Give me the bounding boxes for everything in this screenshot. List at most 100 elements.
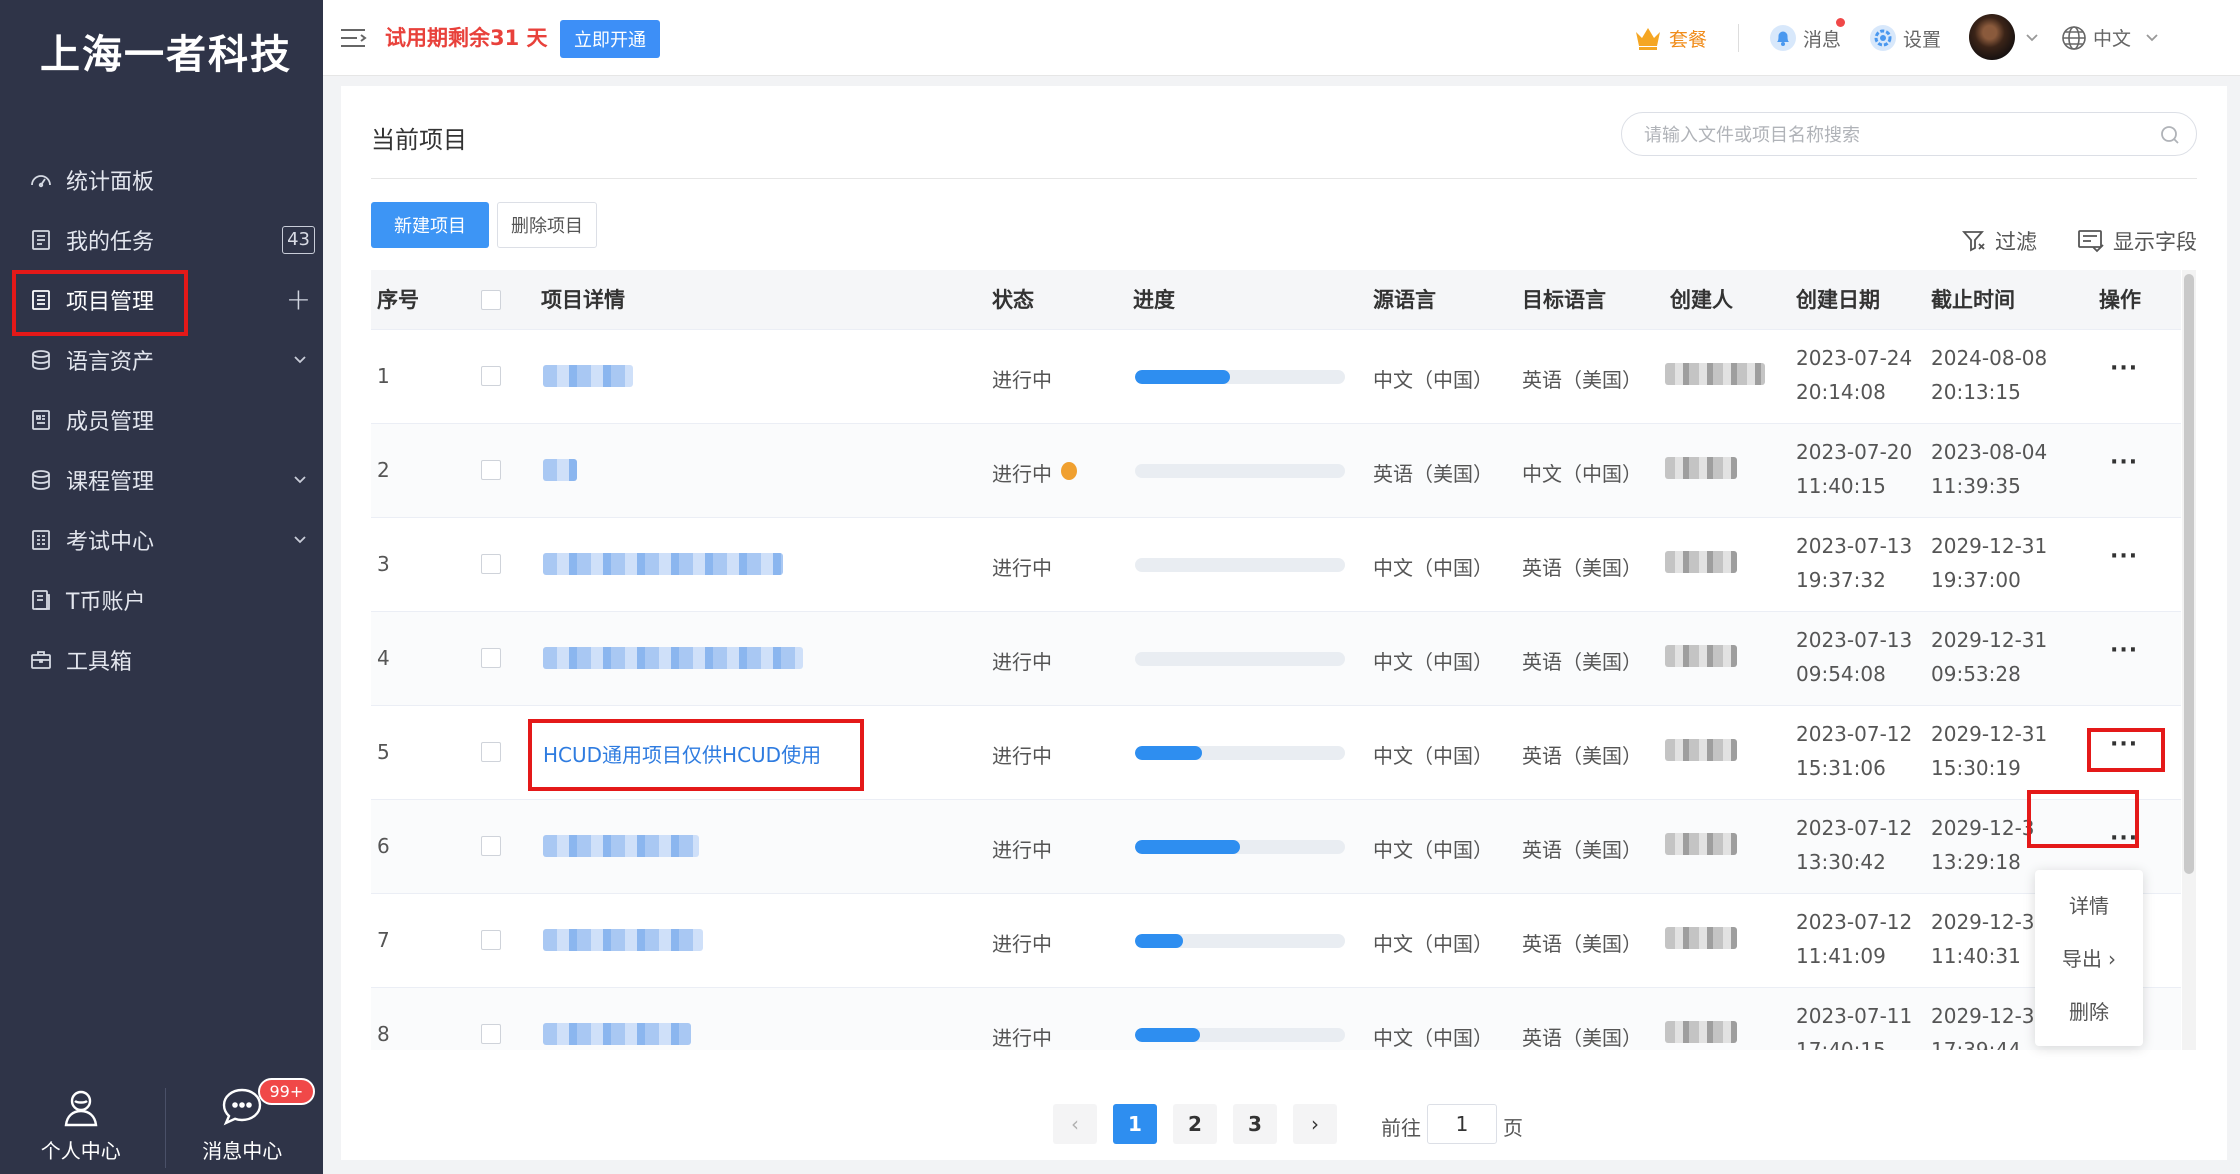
due-date: 2029-12-3 — [1931, 816, 2035, 840]
settings-button[interactable]: 设置 — [1869, 24, 1941, 52]
created-date: 2023-07-13 — [1796, 628, 1913, 652]
page-button[interactable]: 1 — [1113, 1104, 1157, 1144]
column-header: 目标语言 — [1522, 288, 1606, 312]
personal-center-button[interactable]: 个人中心 — [0, 1074, 162, 1174]
progress-bar — [1135, 652, 1345, 666]
table-row[interactable]: 3 进行中 中文（中国） 英语（美国） 2023-07-13 19:37:32 2029-1… — [371, 518, 2181, 612]
delete-project-button[interactable]: 删除项目 — [497, 202, 597, 248]
database-icon — [28, 467, 54, 493]
search-input[interactable]: 请输入文件或项目名称搜索 — [1621, 112, 2197, 156]
filter-button[interactable]: 过滤 — [1961, 226, 2037, 256]
dashboard-icon — [28, 167, 54, 193]
messages-button[interactable]: 消息 — [1769, 24, 1841, 52]
task-count-badge: 43 — [282, 226, 315, 254]
divider — [1738, 24, 1739, 52]
goto-page-input[interactable]: 1 — [1427, 1104, 1497, 1144]
creator-name — [1665, 363, 1765, 385]
activate-now-button[interactable]: 立即开通 — [560, 20, 660, 58]
crown-icon — [1636, 28, 1660, 50]
status-text: 进行中 — [992, 838, 1052, 862]
sidebar-item-exam-center[interactable]: 考试中心 — [0, 510, 323, 570]
due-date: 2029-12-3 — [1931, 910, 2035, 934]
table-row[interactable]: 6 进行中 中文（中国） 英语（美国） 2023-07-12 13:30:42 2029-1… — [371, 800, 2181, 894]
row-checkbox[interactable] — [481, 648, 501, 668]
next-page-button[interactable]: › — [1293, 1104, 1337, 1144]
page-button[interactable]: 2 — [1173, 1104, 1217, 1144]
sidebar-item-member-management[interactable]: 成员管理 — [0, 390, 323, 450]
column-header: 序号 — [377, 288, 419, 312]
sidebar-item-t-coin-account[interactable]: T币账户 — [0, 570, 323, 630]
sidebar-item-label: 我的任务 — [66, 230, 155, 255]
table-row[interactable]: 1 进行中 中文（中国） 英语（美国） 2023-07-24 20:14:08 2024-0… — [371, 330, 2181, 424]
project-name-link[interactable] — [543, 929, 703, 951]
menu-item-export[interactable]: 导出 › — [2035, 943, 2143, 972]
sidebar-item-dashboard[interactable]: 统计面板 — [0, 150, 323, 210]
table-row[interactable]: 4 进行中 中文（中国） 英语（美国） 2023-07-13 09:54:08 2029-1… — [371, 612, 2181, 706]
due-time: 20:13:15 — [1931, 380, 2021, 404]
row-checkbox[interactable] — [481, 1024, 501, 1044]
due-time: 09:53:28 — [1931, 662, 2021, 686]
column-header: 创建日期 — [1796, 288, 1880, 312]
row-number: 1 — [377, 364, 390, 388]
table-scrollbar[interactable] — [2182, 270, 2196, 1050]
filter-label: 过滤 — [1995, 230, 2037, 254]
more-actions-button[interactable]: ··· — [2110, 544, 2138, 569]
table-row[interactable]: 8 进行中 中文（中国） 英语（美国） 2023-07-11 17:40:15 2029-1… — [371, 988, 2181, 1050]
project-name-link[interactable] — [543, 459, 577, 481]
row-checkbox[interactable] — [481, 460, 501, 480]
project-name-link[interactable] — [543, 365, 633, 387]
menu-collapse-icon[interactable] — [339, 26, 367, 50]
menu-item-details[interactable]: 详情 — [2035, 890, 2143, 919]
creator-name — [1665, 645, 1737, 667]
row-checkbox[interactable] — [481, 930, 501, 950]
avatar[interactable] — [1969, 14, 2015, 60]
creator-name — [1665, 551, 1737, 573]
menu-item-delete[interactable]: 删除 — [2035, 996, 2143, 1025]
created-date: 2023-07-12 — [1796, 910, 1913, 934]
sidebar: 上海一者科技 统计面板 我的任务 43 项目管理 + 语言资产 成员管理 课程管… — [0, 0, 323, 1174]
created-time: 17:40:15 — [1796, 1038, 1886, 1050]
sidebar-item-label: 成员管理 — [66, 410, 155, 435]
package-button[interactable]: 套餐 — [1633, 24, 1707, 52]
select-all-checkbox[interactable] — [481, 290, 501, 310]
prev-page-button[interactable]: ‹ — [1053, 1104, 1097, 1144]
table-row[interactable]: 2 进行中 英语（美国） 中文（中国） 2023-07-20 11:40:15 2023-0… — [371, 424, 2181, 518]
show-fields-button[interactable]: 显示字段 — [2077, 226, 2197, 256]
more-actions-button[interactable]: ··· — [2110, 356, 2138, 381]
created-time: 13:30:42 — [1796, 850, 1886, 874]
row-checkbox[interactable] — [481, 742, 501, 762]
project-name-link[interactable] — [543, 1023, 691, 1045]
column-header: 操作 — [2099, 288, 2141, 312]
project-name-link[interactable] — [543, 553, 783, 575]
due-time: 11:39:35 — [1931, 474, 2021, 498]
created-time: 19:37:32 — [1796, 568, 1886, 592]
sidebar-nav: 统计面板 我的任务 43 项目管理 + 语言资产 成员管理 课程管理 考试中心 … — [0, 150, 323, 690]
sidebar-item-course-management[interactable]: 课程管理 — [0, 450, 323, 510]
project-name-link[interactable] — [543, 835, 699, 857]
row-checkbox[interactable] — [481, 554, 501, 574]
scrollbar-thumb[interactable] — [2184, 274, 2194, 874]
creator-name — [1665, 833, 1737, 855]
row-checkbox[interactable] — [481, 836, 501, 856]
language-selector[interactable]: 中文 — [2061, 24, 2165, 51]
project-name-link[interactable] — [543, 647, 803, 669]
more-actions-button[interactable]: ··· — [2110, 638, 2138, 663]
message-center-button[interactable]: 消息中心 99+ — [162, 1074, 324, 1174]
sidebar-item-language-assets[interactable]: 语言资产 — [0, 330, 323, 390]
toolbox-icon — [28, 647, 54, 673]
chevron-down-icon[interactable] — [2025, 32, 2039, 44]
row-number: 6 — [377, 834, 390, 858]
add-icon[interactable]: + — [286, 283, 311, 318]
sidebar-item-my-tasks[interactable]: 我的任务 43 — [0, 210, 323, 270]
search-icon[interactable] — [2160, 125, 2180, 145]
status-text: 进行中 — [992, 462, 1052, 486]
new-project-button[interactable]: 新建项目 — [371, 202, 489, 248]
column-header: 状态 — [992, 288, 1034, 312]
due-date: 2029-12-31 — [1931, 1004, 2048, 1028]
sidebar-item-toolbox[interactable]: 工具箱 — [0, 630, 323, 690]
row-checkbox[interactable] — [481, 366, 501, 386]
page-button[interactable]: 3 — [1233, 1104, 1277, 1144]
messages-label: 消息 — [1803, 28, 1842, 51]
table-row[interactable]: 7 进行中 中文（中国） 英语（美国） 2023-07-12 11:41:09 2029-1… — [371, 894, 2181, 988]
more-actions-button[interactable]: ··· — [2110, 450, 2138, 475]
